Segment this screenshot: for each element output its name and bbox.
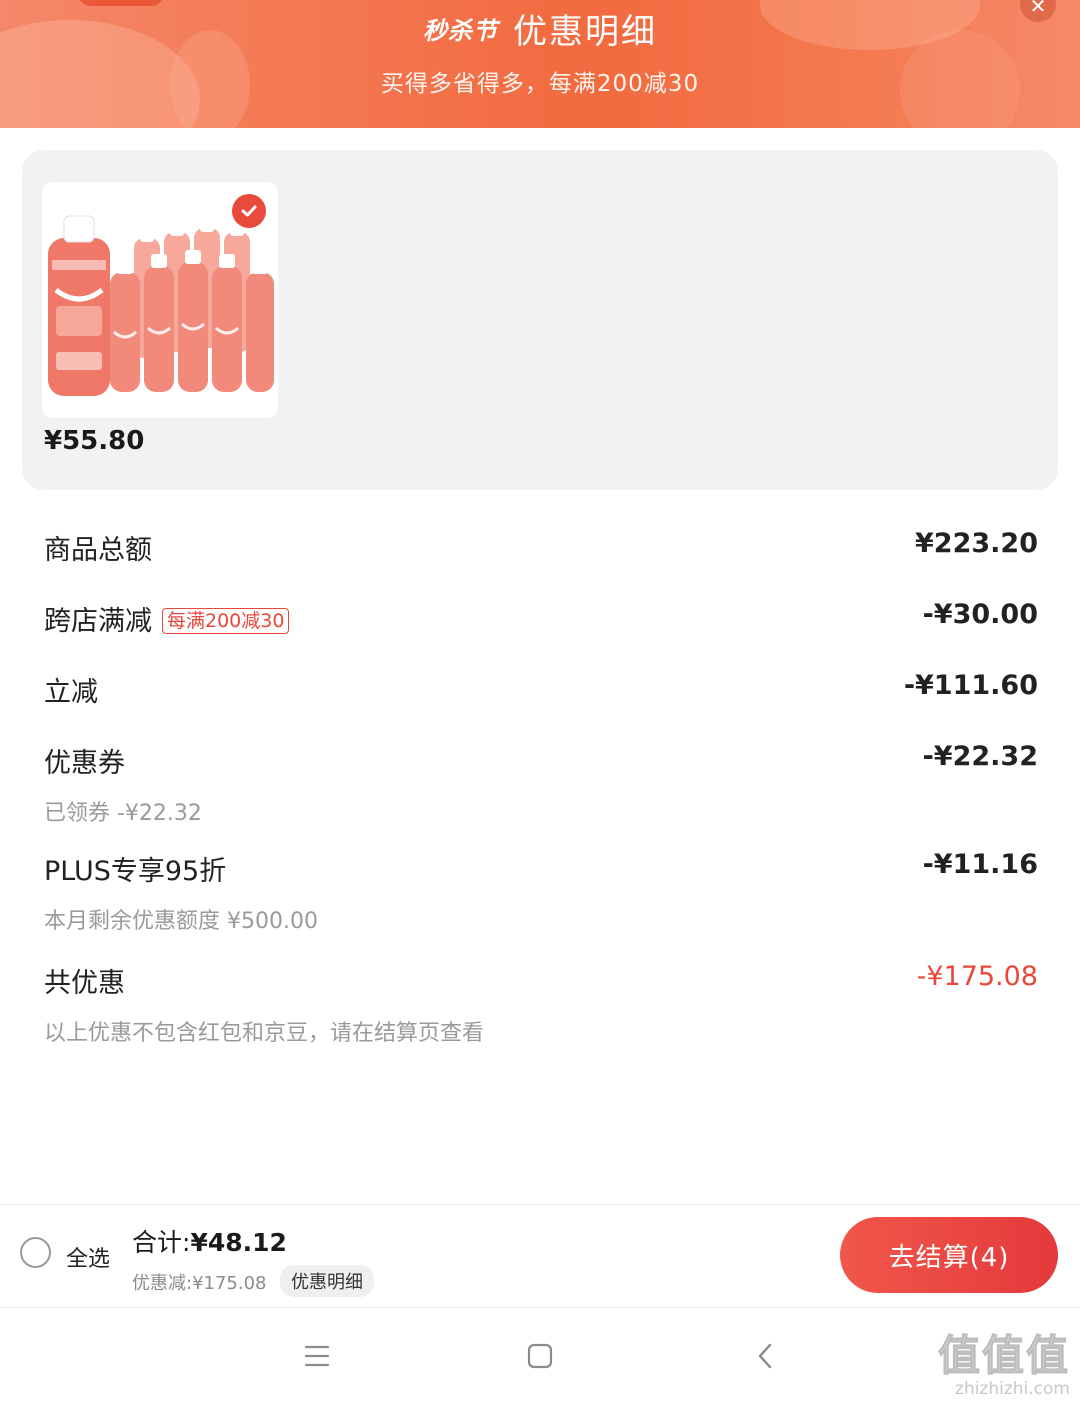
promo-tag: 每满200减30 (162, 608, 290, 634)
total-discount-value: -¥175.08 (916, 961, 1038, 992)
menu-icon[interactable] (297, 1336, 337, 1376)
cross-store-discount-row: 跨店满减 每满200减30 -¥30.00 (44, 599, 1038, 639)
home-icon[interactable] (520, 1336, 560, 1376)
goods-total-value: ¥223.20 (915, 528, 1038, 559)
plus-discount-row: PLUS专享95折 -¥11.16 本月剩余优惠额度 ¥500.00 (44, 849, 1038, 935)
instant-discount-label: 立减 (44, 677, 98, 708)
selected-check-icon[interactable] (232, 194, 266, 228)
watermark-logo: 值值值 (937, 1331, 1070, 1381)
discount-summary: 优惠减:¥175.08 (132, 1273, 267, 1294)
select-all-label[interactable]: 全选 (66, 1241, 110, 1273)
page-title: 优惠明细 (513, 12, 658, 52)
promo-subtitle: 买得多省得多，每满200减30 (380, 71, 700, 97)
product-price: ¥55.80 (44, 426, 145, 456)
coupon-label: 优惠券 (44, 748, 125, 779)
discount-detail-button[interactable]: 优惠明细 (280, 1265, 374, 1297)
coupon-sub: 已领券 -¥22.32 (44, 801, 202, 826)
checkout-bar: 全选 合计:¥48.12 优惠减:¥175.08 优惠明细 去结算(4) (0, 1204, 1080, 1308)
cross-store-label: 跨店满减 (44, 606, 152, 637)
instant-discount-row: 立减 -¥111.60 (44, 670, 1038, 710)
coupon-row: 优惠券 -¥22.32 已领券 -¥22.32 (44, 741, 1038, 827)
total-discount-row: 共优惠 -¥175.08 以上优惠不包含红包和京豆，请在结算页查看 (44, 961, 1038, 1047)
watermark-url: zhizhizhi.com (955, 1379, 1070, 1399)
coupon-value: -¥22.32 (922, 741, 1038, 772)
watermark: 值值值 zhizhizhi.com (937, 1322, 1070, 1400)
plus-label: PLUS专享95折 (44, 856, 227, 887)
goods-total-label: 商品总额 (44, 535, 152, 566)
total-discount-note: 以上优惠不包含红包和京豆，请在结算页查看 (44, 1021, 485, 1046)
product-card: ¥55.80 (22, 150, 1058, 490)
total-label: 合计: (132, 1228, 191, 1257)
system-navbar: 值值值 zhizhizhi.com (0, 1308, 1080, 1404)
select-all-radio[interactable] (20, 1237, 51, 1268)
instant-discount-value: -¥111.60 (903, 670, 1038, 701)
total-discount-label: 共优惠 (44, 968, 125, 999)
plus-sub: 本月剩余优惠额度 ¥500.00 (44, 909, 318, 934)
total-amount: 合计:¥48.12 (132, 1223, 287, 1259)
total-value: ¥48.12 (190, 1228, 287, 1257)
festival-logo: 秒杀节 (422, 16, 498, 45)
goods-total-row: 商品总额 ¥223.20 (44, 528, 1038, 568)
plus-value: -¥11.16 (922, 849, 1038, 880)
back-icon[interactable] (746, 1336, 786, 1376)
promo-header: 秒杀节 优惠明细 买得多省得多，每满200减30 ✕ (0, 0, 1080, 128)
checkout-button[interactable]: 去结算(4) (840, 1217, 1058, 1293)
cross-store-value: -¥30.00 (922, 599, 1038, 630)
